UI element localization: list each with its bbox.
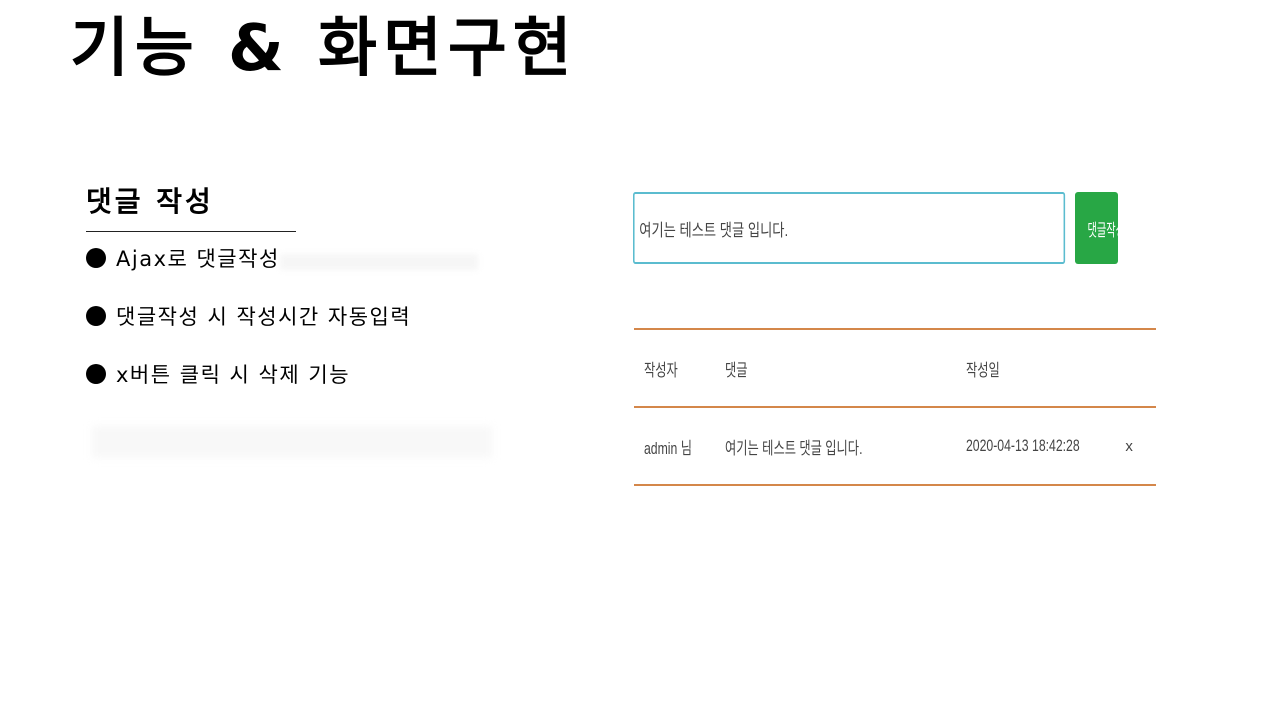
- comment-column-header: 댓글: [725, 360, 748, 380]
- feature-item: Ajax로 댓글작성: [86, 238, 411, 278]
- slide-title: 기능 & 화면구현: [70, 12, 578, 86]
- comment-date: 2020-04-13 18:42:28: [965, 436, 1080, 455]
- delete-comment-button[interactable]: x: [1123, 407, 1156, 485]
- feature-text: x버튼 클릭 시 삭제 기능: [116, 363, 351, 387]
- feature-item: 댓글작성 시 작성시간 자동입력: [86, 296, 411, 336]
- comment-text: 여기는 테스트 댓글 입니다.: [725, 438, 863, 458]
- comment-author: admin 님: [644, 438, 693, 458]
- feature-item: x버튼 클릭 시 삭제 기능: [86, 354, 411, 394]
- table-header-row: 작성자 댓글 작성일: [634, 329, 1156, 407]
- table-row: admin 님 여기는 테스트 댓글 입니다. 2020-04-13 18:42…: [634, 407, 1156, 485]
- author-column-header: 작성자: [644, 360, 678, 380]
- bullet-dot-icon: [86, 364, 106, 384]
- submit-comment-label: 댓글작성: [1087, 220, 1118, 240]
- bullet-dot-icon: [86, 306, 106, 326]
- section-divider: [86, 231, 296, 232]
- section-title: 댓글 작성: [86, 185, 214, 218]
- comment-input[interactable]: [633, 192, 1066, 264]
- feature-text: Ajax로 댓글작성: [116, 247, 280, 271]
- feature-text: 댓글작성 시 작성시간 자동입력: [116, 305, 412, 329]
- comments-table: 작성자 댓글 작성일 admin 님 여기는 테스트 댓글 입니다. 2020-…: [634, 328, 1156, 486]
- feature-list: Ajax로 댓글작성 댓글작성 시 작성시간 자동입력 x버튼 클릭 시 삭제 …: [86, 238, 411, 412]
- blurred-decoration: [92, 426, 492, 458]
- bullet-dot-icon: [86, 248, 106, 268]
- delete-column-header: [1123, 329, 1156, 407]
- submit-comment-button[interactable]: 댓글작성: [1075, 192, 1118, 264]
- date-column-header: 작성일: [965, 360, 1000, 380]
